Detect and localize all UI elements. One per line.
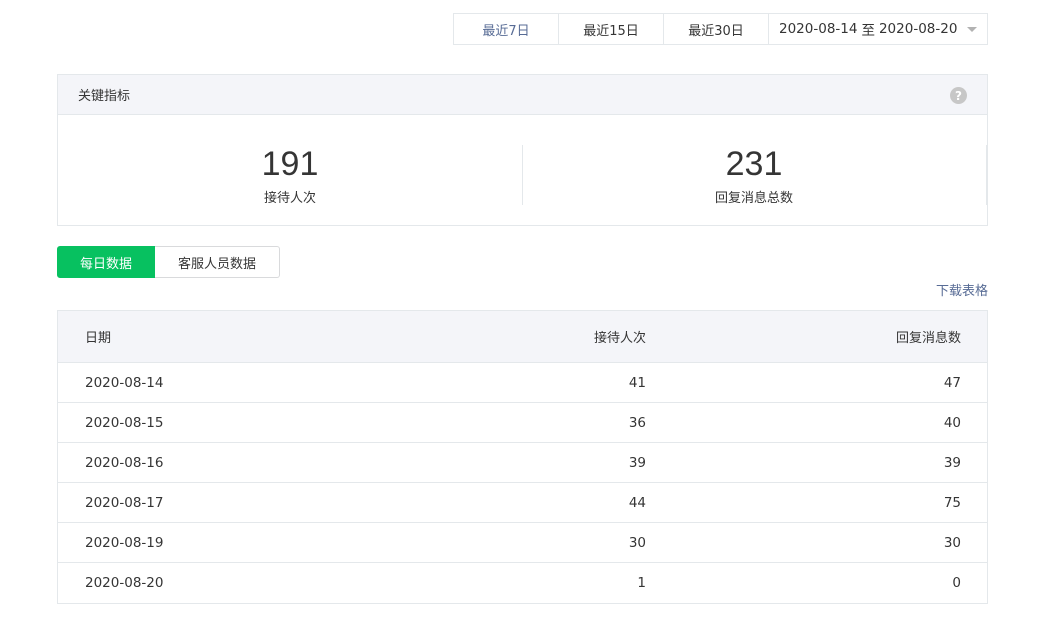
date-separator: 至 [861, 23, 875, 39]
key-metrics-header: 关键指标 ? [58, 75, 987, 115]
tab-staff-data[interactable]: 客服人员数据 [155, 246, 280, 278]
help-icon[interactable]: ? [950, 87, 967, 104]
table-row: 2020-08-14 41 47 [58, 363, 987, 403]
data-tabs: 每日数据 客服人员数据 [57, 246, 280, 278]
table-header: 日期 接待人次 回复消息数 [58, 311, 987, 363]
end-date: 2020-08-20 [878, 21, 958, 37]
cell-replies: 40 [943, 414, 961, 431]
start-date: 2020-08-14 [779, 21, 858, 37]
cell-replies: 47 [943, 374, 961, 391]
download-table-link[interactable]: 下载表格 [936, 280, 988, 299]
metric-value: 231 [725, 145, 783, 183]
table-row: 2020-08-15 36 40 [58, 403, 987, 443]
metric-label: 接待人次 [263, 191, 316, 206]
cell-receptions: 36 [628, 414, 646, 431]
range-15-days-button[interactable]: 最近15日 [559, 14, 664, 44]
cell-replies: 75 [943, 494, 961, 511]
column-header-receptions: 接待人次 [593, 331, 646, 346]
metric-reception-count: 191 接待人次 [58, 115, 522, 225]
metrics-row: 191 接待人次 231 回复消息总数 [58, 115, 987, 225]
metric-value: 191 [261, 145, 319, 183]
metric-reply-count: 231 回复消息总数 [522, 115, 986, 225]
table-row: 2020-08-16 39 39 [58, 443, 987, 483]
cell-receptions: 44 [628, 494, 646, 511]
divider [986, 145, 987, 205]
cell-date: 2020-08-14 [85, 374, 164, 391]
date-range-selector: 最近7日 最近15日 最近30日 2020-08-14 至 2020-08-20 [453, 13, 988, 45]
cell-receptions: 1 [637, 575, 646, 591]
table-row: 2020-08-19 30 30 [58, 523, 987, 563]
cell-date: 2020-08-17 [85, 494, 164, 511]
date-range-picker[interactable]: 2020-08-14 至 2020-08-20 [769, 14, 987, 44]
cell-date: 2020-08-20 [85, 575, 164, 591]
cell-date: 2020-08-19 [85, 534, 164, 551]
range-7-days-button[interactable]: 最近7日 [454, 14, 559, 44]
cell-receptions: 39 [628, 454, 646, 471]
chevron-down-icon[interactable] [967, 27, 977, 32]
cell-receptions: 41 [628, 374, 646, 391]
cell-replies: 30 [943, 534, 961, 551]
cell-replies: 0 [952, 575, 961, 591]
metric-label: 回复消息总数 [714, 191, 793, 206]
cell-replies: 39 [943, 454, 961, 471]
daily-data-table: 日期 接待人次 回复消息数 2020-08-14 41 47 2020-08-1… [57, 310, 988, 604]
table-row: 2020-08-20 1 0 [58, 563, 987, 603]
cell-receptions: 30 [628, 534, 646, 551]
key-metrics-card: 关键指标 ? 191 接待人次 231 回复消息总数 [57, 74, 988, 226]
table-row: 2020-08-17 44 75 [58, 483, 987, 523]
key-metrics-title: 关键指标 [78, 89, 131, 104]
column-header-date: 日期 [85, 331, 112, 346]
cell-date: 2020-08-16 [85, 454, 164, 471]
tab-daily-data[interactable]: 每日数据 [57, 246, 155, 278]
cell-date: 2020-08-15 [85, 414, 164, 431]
range-30-days-button[interactable]: 最近30日 [664, 14, 769, 44]
column-header-replies: 回复消息数 [895, 331, 961, 346]
